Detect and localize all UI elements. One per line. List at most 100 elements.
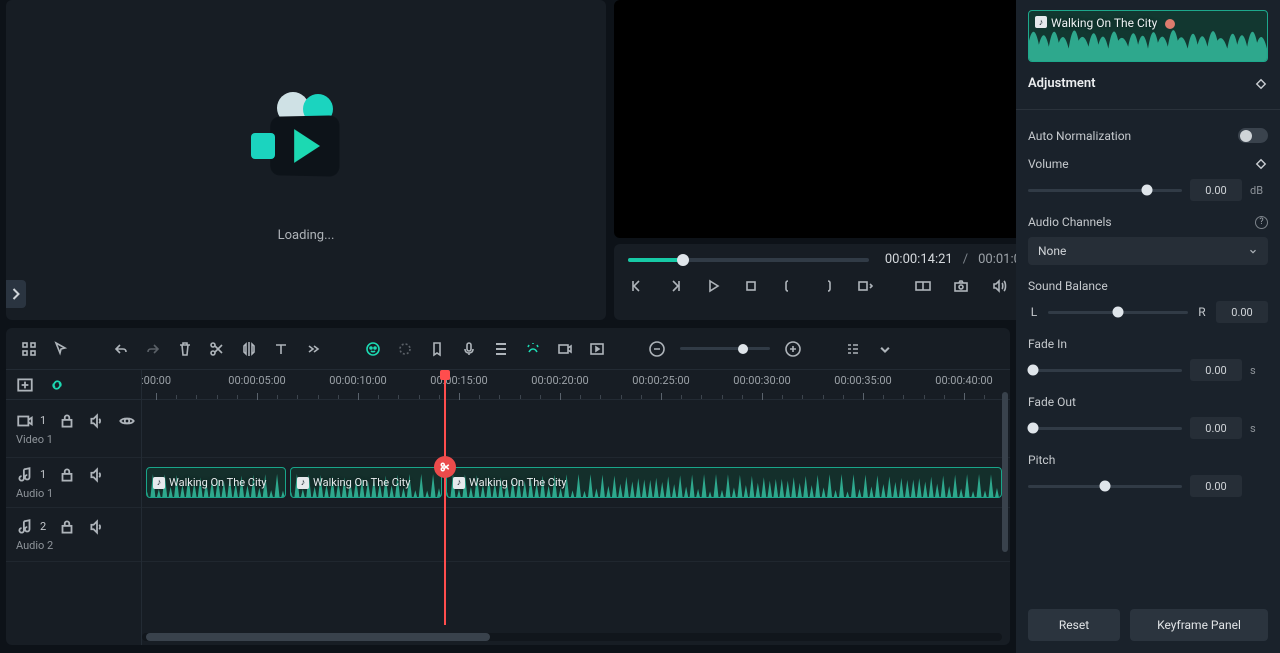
video-track-index: 1: [40, 414, 46, 427]
video-track-visibility-button[interactable]: [118, 412, 136, 430]
track-display-button[interactable]: [844, 340, 862, 358]
smart-mode-button[interactable]: [524, 340, 542, 358]
audio-mixer-button[interactable]: [492, 340, 510, 358]
sound-balance-label: Sound Balance: [1028, 279, 1268, 293]
audio2-lane[interactable]: [142, 508, 1010, 562]
selected-clip-preview[interactable]: Walking On The City: [1028, 10, 1268, 62]
preview-viewport[interactable]: [614, 0, 1060, 238]
pitch-label: Pitch: [1028, 453, 1268, 467]
text-tool-button[interactable]: [272, 340, 290, 358]
audio-channels-select[interactable]: None: [1028, 237, 1268, 265]
audio1-lane[interactable]: Walking On The City Walking On The City Wa…: [142, 458, 1010, 508]
audio1-track-index: 1: [40, 468, 46, 481]
audio-clip[interactable]: Walking On The City: [146, 467, 286, 498]
time-separator: /: [963, 252, 968, 267]
effects-moon-button[interactable]: [396, 340, 414, 358]
expand-media-panel-button[interactable]: [6, 280, 26, 308]
preview-current-time: 00:00:14:21: [885, 252, 953, 267]
arrange-tracks-button[interactable]: [20, 340, 38, 358]
fade-out-slider[interactable]: [1028, 427, 1182, 430]
audio1-track-lock-button[interactable]: [58, 466, 76, 484]
clip-options-button[interactable]: [856, 277, 874, 295]
audio1-track-mute-button[interactable]: [88, 466, 106, 484]
volume-label: Volume: [1028, 157, 1244, 171]
pitch-slider[interactable]: [1028, 485, 1182, 488]
zoom-out-button[interactable]: [648, 340, 666, 358]
marker-button[interactable]: [428, 340, 446, 358]
preview-progress-track[interactable]: [628, 258, 869, 262]
timeline-vertical-scrollbar[interactable]: [1002, 392, 1008, 552]
balance-left-label: L: [1028, 305, 1040, 319]
video-lane[interactable]: [142, 400, 1010, 458]
delete-button[interactable]: [176, 340, 194, 358]
zoom-in-button[interactable]: [784, 340, 802, 358]
redo-button[interactable]: [144, 340, 162, 358]
preview-audio-button[interactable]: [990, 277, 1008, 295]
audio-clip[interactable]: Walking On The City: [446, 467, 1002, 498]
fade-in-value[interactable]: 0.00: [1190, 359, 1242, 381]
video-track-lock-button[interactable]: [58, 412, 76, 430]
reset-button[interactable]: Reset: [1028, 609, 1120, 641]
ai-tools-button[interactable]: [364, 340, 382, 358]
pitch-value[interactable]: 0.00: [1190, 475, 1242, 497]
track-header-video1[interactable]: 1 Video 1: [6, 400, 141, 458]
prev-frame-button[interactable]: [628, 277, 646, 295]
undo-button[interactable]: [112, 340, 130, 358]
stop-button[interactable]: [742, 277, 760, 295]
camera-illustration: [251, 78, 361, 188]
mark-in-button[interactable]: [780, 277, 798, 295]
split-button[interactable]: [208, 340, 226, 358]
music-note-icon: [297, 477, 309, 489]
voiceover-button[interactable]: [460, 340, 478, 358]
sound-balance-value[interactable]: 0.00: [1216, 301, 1268, 323]
audio2-track-mute-button[interactable]: [88, 518, 106, 536]
next-frame-button[interactable]: [666, 277, 684, 295]
track-header-audio2[interactable]: 2 Audio 2: [6, 508, 141, 562]
audio-track-icon: [16, 466, 34, 484]
video-track-icon: [16, 412, 34, 430]
volume-value[interactable]: 0.00: [1190, 179, 1242, 201]
zoom-slider[interactable]: [680, 347, 770, 350]
timeline-horizontal-scrollbar[interactable]: [142, 633, 1002, 641]
snapshot-button[interactable]: [952, 277, 970, 295]
audio-clip[interactable]: Walking On The City: [290, 467, 442, 498]
more-tools-button[interactable]: [304, 340, 322, 358]
volume-unit: dB: [1250, 184, 1268, 197]
volume-slider[interactable]: [1028, 189, 1182, 192]
balance-right-label: R: [1196, 305, 1208, 319]
add-track-button[interactable]: [16, 376, 34, 394]
audio-channels-help-icon[interactable]: ?: [1255, 216, 1268, 229]
auto-normalization-toggle[interactable]: [1238, 128, 1268, 143]
keyframe-panel-button[interactable]: Keyframe Panel: [1130, 609, 1268, 641]
keyframe-diamond-icon[interactable]: [1254, 77, 1268, 91]
playhead[interactable]: [444, 370, 446, 625]
track-display-menu-button[interactable]: [876, 340, 894, 358]
track-header-audio1[interactable]: 1 Audio 1: [6, 458, 141, 508]
video-track-mute-button[interactable]: [88, 412, 106, 430]
clip-title: Walking On The City: [469, 476, 566, 489]
selection-tool-button[interactable]: [52, 340, 70, 358]
play-button[interactable]: [704, 277, 722, 295]
adjustment-label: Adjustment: [1028, 76, 1096, 91]
mark-out-button[interactable]: [818, 277, 836, 295]
sound-balance-slider[interactable]: [1048, 311, 1188, 314]
auto-normalization-label: Auto Normalization: [1028, 129, 1228, 143]
fade-out-label: Fade Out: [1028, 395, 1268, 409]
clip-title: Walking On The City: [313, 476, 410, 489]
fade-out-value[interactable]: 0.00: [1190, 417, 1242, 439]
audio-edit-button[interactable]: [240, 340, 258, 358]
compare-view-button[interactable]: [914, 277, 932, 295]
audio2-track-lock-button[interactable]: [58, 518, 76, 536]
record-screen-button[interactable]: [556, 340, 574, 358]
audio2-track-index: 2: [40, 520, 46, 533]
split-indicator-icon[interactable]: [434, 456, 456, 478]
video-track-label: Video 1: [16, 433, 131, 446]
link-tracks-button[interactable]: [48, 376, 66, 394]
render-button[interactable]: [588, 340, 606, 358]
music-note-icon: [153, 477, 165, 489]
timeline-ruler[interactable]: :00:0000:00:05:0000:00:10:0000:00:15:000…: [142, 370, 1010, 400]
fade-out-unit: s: [1250, 422, 1268, 435]
volume-keyframe-icon[interactable]: [1254, 157, 1268, 171]
fade-in-slider[interactable]: [1028, 369, 1182, 372]
adjustment-section-header[interactable]: Adjustment: [1028, 76, 1268, 91]
